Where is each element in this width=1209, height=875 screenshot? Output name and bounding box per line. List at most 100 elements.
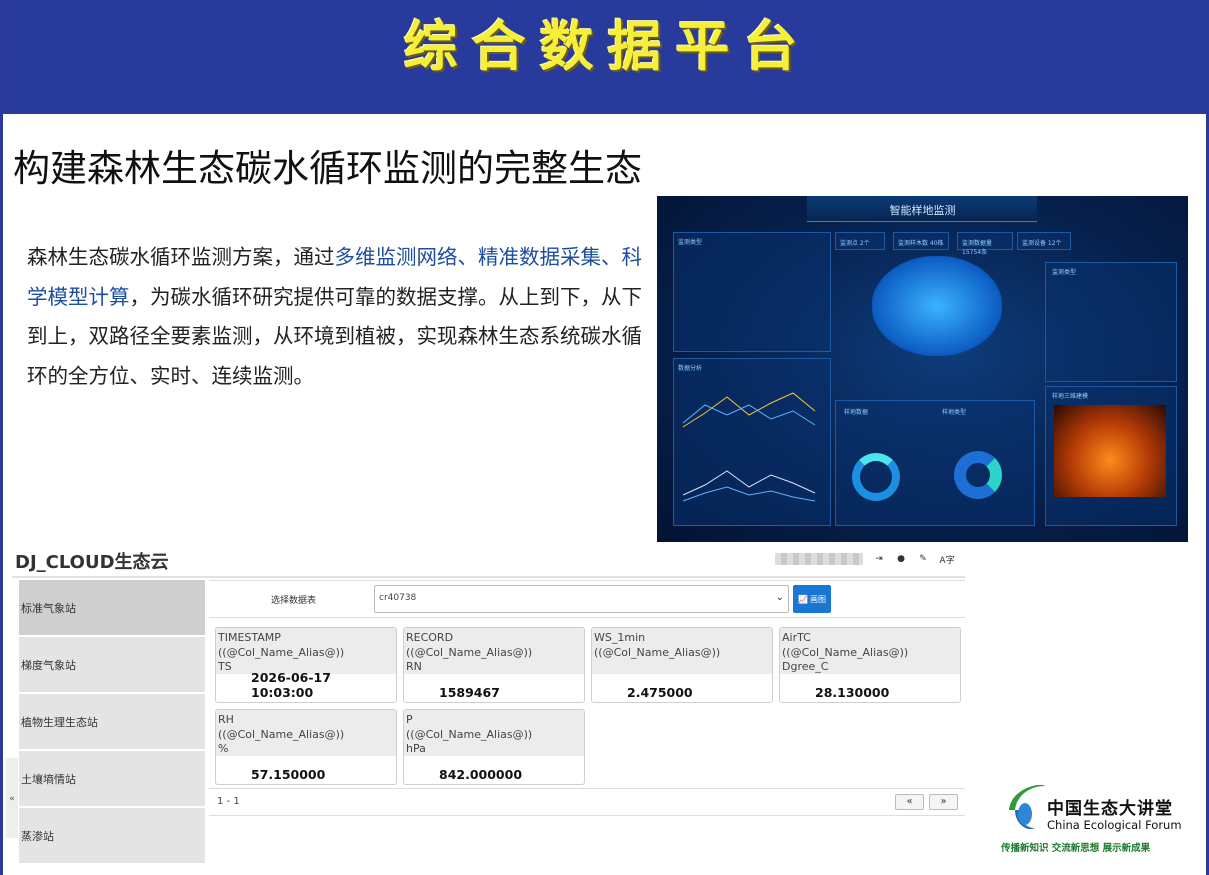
line-chart-icon: 📈 [798, 594, 808, 604]
chevron-down-icon: ⌄ [775, 592, 784, 603]
analysis-charts-svg [682, 392, 816, 502]
draw-chart-button[interactable]: 📈 画图 [793, 585, 831, 613]
card-name: RECORD [406, 631, 454, 644]
banner: 综合数据平台 [3, 0, 1209, 114]
headline: 构建森林生态碳水循环监测的完整生态 [13, 147, 642, 190]
header-divider [12, 576, 965, 578]
card-value: 2026-06-17 10:03:00 [251, 670, 331, 700]
plot-type-donut [954, 451, 1002, 499]
data-card-airtc: AirTC ((@Col_Name_Alias@)) Dgree_C 28.1300… [779, 627, 961, 703]
sidebar-item-soil-moisture[interactable]: 土壤墒情站 [19, 751, 205, 806]
panel-monitor-type-label: 监测类型 [678, 239, 703, 246]
stat-1: 监测点 2个 [835, 232, 885, 250]
card-value: 28.130000 [815, 685, 890, 700]
stat-4: 监测设备 12个 [1017, 232, 1071, 250]
forum-logo-en: China Ecological Forum [1047, 818, 1182, 832]
sidebar-item-gradient-weather[interactable]: 梯度气象站 [19, 637, 205, 692]
stat-3-label: 监测数据量 15754条 [962, 240, 993, 256]
stat-1-label: 监测点 2个 [840, 240, 870, 247]
logout-icon[interactable]: ⇥ [873, 554, 885, 564]
dashboard-title: 智能样地监测 [889, 204, 956, 217]
card-value: 57.150000 [251, 767, 326, 782]
table-select[interactable]: cr40738 ⌄ [374, 585, 789, 613]
card-name: RH [218, 713, 234, 726]
table-selector-row: 选择数据表 cr40738 ⌄ 📈 画图 [209, 580, 965, 618]
panel-data-analysis-label: 数据分析 [678, 365, 703, 372]
card-alias: ((@Col_Name_Alias@)) [782, 645, 909, 659]
sidebar-item-label: 梯度气象站 [21, 658, 76, 672]
banner-title: 综合数据平台 [403, 14, 812, 78]
forest-3d-render [1054, 405, 1166, 497]
card-alias: ((@Col_Name_Alias@)) [218, 645, 345, 659]
panel-monitor-devices-label: 监测类型 [1052, 269, 1077, 276]
forum-logo: 中国生态大讲堂 China Ecological Forum 传播新知识 交流新… [999, 778, 1209, 874]
data-card-p: P ((@Col_Name_Alias@)) hPa 842.000000 [403, 709, 585, 785]
language-icon[interactable]: A字 [939, 553, 955, 566]
station-sidebar: 标准气象站 梯度气象站 植物生理生态站 土壤墒情站 蒸渗站 [19, 580, 205, 865]
card-alias: ((@Col_Name_Alias@)) [218, 727, 345, 741]
panel-3d-model: 样地三维建模 [1045, 386, 1177, 526]
stat-3: 监测数据量 15754条 [957, 232, 1013, 256]
card-alias: ((@Col_Name_Alias@)) [406, 727, 533, 741]
sidebar-item-standard-weather[interactable]: 标准气象站 [19, 580, 205, 635]
forum-logo-cn: 中国生态大讲堂 [1047, 799, 1173, 819]
sidebar-item-label: 蒸渗站 [21, 829, 54, 843]
region-map [872, 256, 1002, 356]
collapse-sidebar-tab[interactable]: « [6, 758, 18, 838]
stat-2: 监测样木数 40株 [893, 232, 949, 250]
dashboard-screenshot: 智能样地监测 监测类型 数据分析 监测点 2个 监测样木数 40株 监测数据量 … [657, 196, 1188, 542]
panel-plot-data: 样地数据 样地类型 [835, 400, 1035, 526]
card-name: WS_1min [594, 631, 646, 644]
slide: 综合数据平台 构建森林生态碳水循环监测的完整生态 森林生态碳水循环监测方案，通过… [0, 0, 1209, 875]
data-card-timestamp: TIMESTAMP ((@Col_Name_Alias@)) TS 2026-06-… [215, 627, 397, 703]
card-alias: ((@Col_Name_Alias@)) [594, 645, 721, 659]
prev-page-button[interactable]: « [895, 794, 924, 810]
card-value: 2.475000 [627, 685, 693, 700]
page-range: 1 - 1 [217, 796, 240, 807]
card-name: P [406, 713, 413, 726]
data-card-record: RECORD ((@Col_Name_Alias@)) RN 1589467 [403, 627, 585, 703]
pagination: 1 - 1 « » [209, 788, 965, 816]
stat-4-label: 监测设备 12个 [1022, 240, 1062, 247]
card-name: AirTC [782, 631, 811, 644]
sidebar-item-label: 土壤墒情站 [21, 772, 76, 786]
panel-plot-type-label: 样地类型 [942, 409, 967, 416]
analysis-line-a [682, 392, 816, 428]
sidebar-item-label: 植物生理生态站 [21, 715, 98, 729]
panel-monitor-type: 监测类型 [673, 232, 831, 352]
panel-plot-data-label: 样地数据 [844, 409, 869, 416]
plot-data-donut [852, 453, 900, 501]
table-selector-label: 选择数据表 [271, 596, 317, 606]
stat-2-label: 监测样木数 40株 [898, 240, 944, 247]
data-card-rh: RH ((@Col_Name_Alias@))% 57.150000 [215, 709, 397, 785]
panel-data-analysis: 数据分析 [673, 358, 831, 526]
sidebar-item-plant-physiology[interactable]: 植物生理生态站 [19, 694, 205, 749]
next-page-button[interactable]: » [929, 794, 958, 810]
card-alias: ((@Col_Name_Alias@)) [406, 645, 533, 659]
forum-logo-emblem [1009, 784, 1045, 830]
panel-monitor-devices: 监测类型 [1045, 262, 1177, 382]
card-value: 842.000000 [439, 767, 523, 782]
card-unit: % [218, 742, 229, 755]
app-brand: DJ_CLOUD生态云 [15, 552, 169, 573]
sidebar-item-lysimeter[interactable]: 蒸渗站 [19, 808, 205, 863]
card-unit: hPa [406, 742, 426, 755]
sidebar-item-label: 标准气象站 [21, 601, 76, 615]
data-card-ws-1min: WS_1min ((@Col_Name_Alias@)) 2.475000 [591, 627, 773, 703]
card-unit: RN [406, 660, 422, 673]
analysis-line-d [682, 486, 816, 502]
card-value: 1589467 [439, 685, 500, 700]
user-name-blurred [775, 553, 863, 565]
card-name: TIMESTAMP [218, 631, 281, 644]
intro-text-part1: 森林生态碳水循环监测方案，通过 [27, 245, 335, 269]
draw-chart-button-label: 画图 [809, 594, 826, 604]
panel-3d-model-label: 样地三维建模 [1052, 393, 1089, 400]
intro-paragraph: 森林生态碳水循环监测方案，通过多维监测网络、精准数据采集、科学模型计算，为碳水循… [27, 238, 657, 396]
forum-slogan: 传播新知识 交流新思想 展示新成果 [1001, 843, 1151, 854]
table-select-value: cr40738 [379, 593, 417, 603]
app-top-toolbar: ⇥ ● ✎ A字 [775, 552, 955, 566]
bell-icon[interactable]: ● [895, 554, 907, 564]
pen-icon[interactable]: ✎ [917, 554, 929, 564]
analysis-line-c [682, 470, 816, 496]
card-unit: Dgree_C [782, 660, 829, 673]
